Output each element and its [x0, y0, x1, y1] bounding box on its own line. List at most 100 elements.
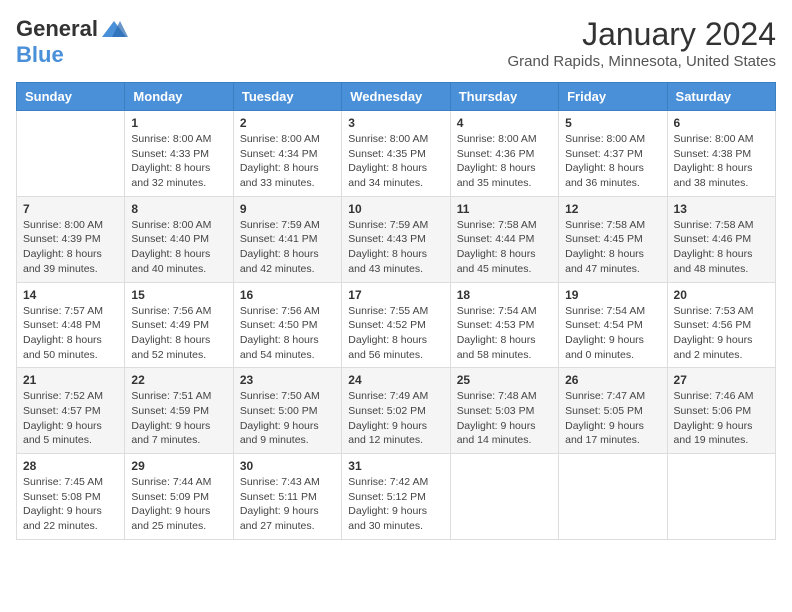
day-info: Sunrise: 7:57 AMSunset: 4:48 PMDaylight:… [23, 304, 118, 363]
calendar-day-cell: 21 Sunrise: 7:52 AMSunset: 4:57 PMDayligh… [17, 368, 125, 454]
location-title: Grand Rapids, Minnesota, United States [508, 53, 776, 70]
day-number: 15 [131, 288, 226, 302]
day-number: 24 [348, 373, 443, 387]
day-info: Sunrise: 7:43 AMSunset: 5:11 PMDaylight:… [240, 475, 335, 534]
weekday-header-cell: Thursday [450, 83, 558, 111]
day-number: 10 [348, 202, 443, 216]
day-info: Sunrise: 7:46 AMSunset: 5:06 PMDaylight:… [674, 389, 769, 448]
calendar-day-cell: 17 Sunrise: 7:55 AMSunset: 4:52 PMDayligh… [342, 282, 450, 368]
calendar-day-cell: 28Sunrise: 7:45 AMSunset: 5:08 PMDayligh… [17, 454, 125, 540]
day-info: Sunrise: 7:59 AMSunset: 4:43 PMDaylight:… [348, 218, 443, 277]
day-number: 7 [23, 202, 118, 216]
day-info: Sunrise: 8:00 AMSunset: 4:36 PMDaylight:… [457, 132, 552, 191]
day-number: 18 [457, 288, 552, 302]
logo-blue-text: Blue [16, 42, 64, 68]
day-number: 30 [240, 459, 335, 473]
calendar-day-cell: 15 Sunrise: 7:56 AMSunset: 4:49 PMDayligh… [125, 282, 233, 368]
day-info: Sunrise: 7:52 AMSunset: 4:57 PMDaylight:… [23, 389, 118, 448]
day-number: 13 [674, 202, 769, 216]
calendar-day-cell: 3 Sunrise: 8:00 AMSunset: 4:35 PMDaylight… [342, 111, 450, 197]
day-info: Sunrise: 7:54 AMSunset: 4:53 PMDaylight:… [457, 304, 552, 363]
day-info: Sunrise: 7:50 AMSunset: 5:00 PMDaylight:… [240, 389, 335, 448]
calendar-day-cell: 20 Sunrise: 7:53 AMSunset: 4:56 PMDayligh… [667, 282, 775, 368]
day-number: 22 [131, 373, 226, 387]
day-number: 11 [457, 202, 552, 216]
calendar-day-cell: 22Sunrise: 7:51 AMSunset: 4:59 PMDayligh… [125, 368, 233, 454]
day-number: 16 [240, 288, 335, 302]
day-number: 31 [348, 459, 443, 473]
calendar-day-cell: 14 Sunrise: 7:57 AMSunset: 4:48 PMDayligh… [17, 282, 125, 368]
day-info: Sunrise: 7:42 AMSunset: 5:12 PMDaylight:… [348, 475, 443, 534]
calendar-day-cell: 2 Sunrise: 8:00 AMSunset: 4:34 PMDaylight… [233, 111, 341, 197]
day-info: Sunrise: 8:00 AMSunset: 4:38 PMDaylight:… [674, 132, 769, 191]
calendar-day-cell: 18 Sunrise: 7:54 AMSunset: 4:53 PMDayligh… [450, 282, 558, 368]
day-number: 5 [565, 116, 660, 130]
day-info: Sunrise: 8:00 AMSunset: 4:35 PMDaylight:… [348, 132, 443, 191]
calendar-day-cell: 4 Sunrise: 8:00 AMSunset: 4:36 PMDaylight… [450, 111, 558, 197]
calendar-day-cell: 30 Sunrise: 7:43 AMSunset: 5:11 PMDayligh… [233, 454, 341, 540]
logo-general-text: General [16, 16, 98, 42]
page-header: General Blue January 2024 Grand Rapids, … [16, 16, 776, 70]
calendar-day-cell: 9Sunrise: 7:59 AMSunset: 4:41 PMDaylight… [233, 196, 341, 282]
weekday-header-cell: Tuesday [233, 83, 341, 111]
weekday-header-cell: Monday [125, 83, 233, 111]
day-number: 2 [240, 116, 335, 130]
day-number: 28 [23, 459, 118, 473]
calendar-day-cell: 24Sunrise: 7:49 AMSunset: 5:02 PMDayligh… [342, 368, 450, 454]
day-number: 27 [674, 373, 769, 387]
calendar-day-cell [667, 454, 775, 540]
day-info: Sunrise: 8:00 AMSunset: 4:39 PMDaylight:… [23, 218, 118, 277]
logo: General Blue [16, 16, 128, 68]
day-number: 1 [131, 116, 226, 130]
day-number: 21 [23, 373, 118, 387]
day-number: 17 [348, 288, 443, 302]
calendar-day-cell: 8 Sunrise: 8:00 AMSunset: 4:40 PMDaylight… [125, 196, 233, 282]
day-info: Sunrise: 7:58 AMSunset: 4:46 PMDaylight:… [674, 218, 769, 277]
weekday-header-row: SundayMondayTuesdayWednesdayThursdayFrid… [17, 83, 776, 111]
calendar-day-cell: 25Sunrise: 7:48 AMSunset: 5:03 PMDayligh… [450, 368, 558, 454]
day-info: Sunrise: 7:56 AMSunset: 4:49 PMDaylight:… [131, 304, 226, 363]
calendar-day-cell: 31 Sunrise: 7:42 AMSunset: 5:12 PMDayligh… [342, 454, 450, 540]
day-info: Sunrise: 7:58 AMSunset: 4:44 PMDaylight:… [457, 218, 552, 277]
day-info: Sunrise: 7:56 AMSunset: 4:50 PMDaylight:… [240, 304, 335, 363]
calendar-day-cell [559, 454, 667, 540]
calendar-week-row: 21 Sunrise: 7:52 AMSunset: 4:57 PMDayligh… [17, 368, 776, 454]
logo-icon [100, 19, 128, 39]
day-info: Sunrise: 7:48 AMSunset: 5:03 PMDaylight:… [457, 389, 552, 448]
day-info: Sunrise: 7:54 AMSunset: 4:54 PMDaylight:… [565, 304, 660, 363]
calendar-table: SundayMondayTuesdayWednesdayThursdayFrid… [16, 82, 776, 540]
calendar-day-cell: 12 Sunrise: 7:58 AMSunset: 4:45 PMDayligh… [559, 196, 667, 282]
calendar-day-cell: 1 Sunrise: 8:00 AMSunset: 4:33 PMDaylight… [125, 111, 233, 197]
day-number: 23 [240, 373, 335, 387]
day-number: 4 [457, 116, 552, 130]
calendar-day-cell: 29Sunrise: 7:44 AMSunset: 5:09 PMDayligh… [125, 454, 233, 540]
calendar-day-cell: 7 Sunrise: 8:00 AMSunset: 4:39 PMDaylight… [17, 196, 125, 282]
day-info: Sunrise: 8:00 AMSunset: 4:33 PMDaylight:… [131, 132, 226, 191]
calendar-day-cell: 10 Sunrise: 7:59 AMSunset: 4:43 PMDayligh… [342, 196, 450, 282]
day-info: Sunrise: 8:00 AMSunset: 4:34 PMDaylight:… [240, 132, 335, 191]
calendar-body: 1 Sunrise: 8:00 AMSunset: 4:33 PMDaylight… [17, 111, 776, 540]
day-info: Sunrise: 8:00 AMSunset: 4:40 PMDaylight:… [131, 218, 226, 277]
calendar-week-row: 1 Sunrise: 8:00 AMSunset: 4:33 PMDaylight… [17, 111, 776, 197]
calendar-day-cell: 6 Sunrise: 8:00 AMSunset: 4:38 PMDaylight… [667, 111, 775, 197]
day-number: 20 [674, 288, 769, 302]
day-info: Sunrise: 7:58 AMSunset: 4:45 PMDaylight:… [565, 218, 660, 277]
weekday-header-cell: Sunday [17, 83, 125, 111]
weekday-header-cell: Wednesday [342, 83, 450, 111]
day-number: 6 [674, 116, 769, 130]
calendar-day-cell: 5 Sunrise: 8:00 AMSunset: 4:37 PMDaylight… [559, 111, 667, 197]
day-info: Sunrise: 7:55 AMSunset: 4:52 PMDaylight:… [348, 304, 443, 363]
calendar-week-row: 28Sunrise: 7:45 AMSunset: 5:08 PMDayligh… [17, 454, 776, 540]
day-number: 12 [565, 202, 660, 216]
day-number: 9 [240, 202, 335, 216]
day-number: 3 [348, 116, 443, 130]
day-info: Sunrise: 7:53 AMSunset: 4:56 PMDaylight:… [674, 304, 769, 363]
calendar-week-row: 7 Sunrise: 8:00 AMSunset: 4:39 PMDaylight… [17, 196, 776, 282]
month-title: January 2024 [508, 16, 776, 53]
day-number: 26 [565, 373, 660, 387]
day-number: 8 [131, 202, 226, 216]
day-info: Sunrise: 8:00 AMSunset: 4:37 PMDaylight:… [565, 132, 660, 191]
day-number: 14 [23, 288, 118, 302]
calendar-day-cell: 16 Sunrise: 7:56 AMSunset: 4:50 PMDayligh… [233, 282, 341, 368]
calendar-day-cell: 27 Sunrise: 7:46 AMSunset: 5:06 PMDayligh… [667, 368, 775, 454]
